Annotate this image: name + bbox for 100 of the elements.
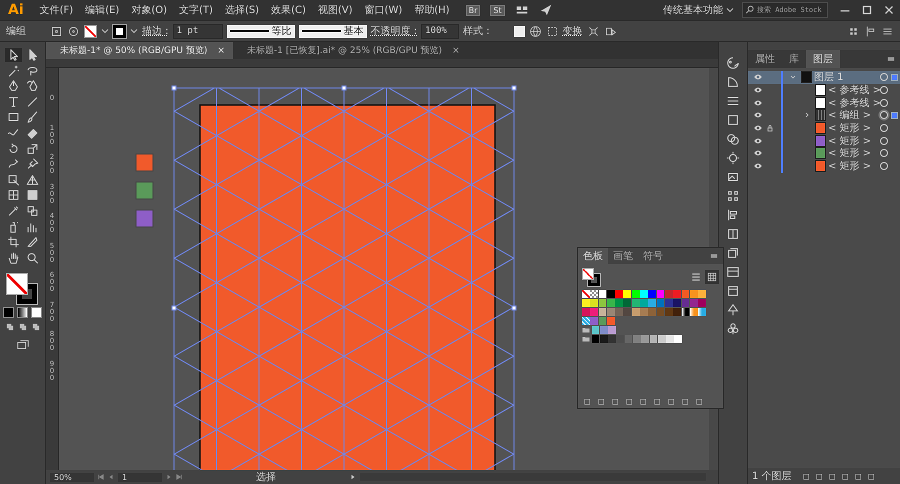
color-swatch[interactable]	[582, 299, 590, 307]
gradient-square-icon[interactable]	[726, 113, 740, 127]
eye-icon[interactable]	[753, 136, 763, 146]
gradient-swatch[interactable]	[690, 308, 698, 316]
color-swatch[interactable]	[698, 299, 706, 307]
color-swatch[interactable]	[658, 335, 666, 343]
club-icon[interactable]	[726, 322, 740, 336]
color-swatch[interactable]	[690, 299, 698, 307]
close-tab-button[interactable]: ×	[452, 46, 460, 56]
layer-row[interactable]: < 矩形 >	[748, 122, 900, 134]
color-swatch[interactable]	[666, 335, 674, 343]
color-swatch[interactable]	[648, 299, 656, 307]
color-swatch[interactable]	[674, 335, 682, 343]
color-swatch[interactable]	[623, 308, 632, 316]
pattern-swatch[interactable]	[582, 317, 590, 325]
selected-art-indicator[interactable]	[890, 112, 898, 119]
target-circle-icon[interactable]	[880, 86, 888, 94]
color-swatch[interactable]	[600, 335, 608, 343]
panel-tab[interactable]: 属性	[748, 50, 782, 68]
color-swatch[interactable]	[623, 290, 632, 298]
caret-icon[interactable]	[789, 73, 797, 82]
color-swatch[interactable]	[598, 290, 606, 298]
brush-dropdown[interactable]: 基本	[298, 24, 367, 38]
tree-icon[interactable]	[726, 303, 740, 317]
target-circle-icon[interactable]	[880, 162, 888, 170]
menu-item[interactable]: 帮助(H)	[408, 3, 456, 17]
perspective-grid-icon[interactable]	[24, 172, 40, 187]
palette-icon[interactable]	[726, 56, 740, 70]
document-tab[interactable]: 未标题-1* @ 50% (RGB/GPU 预览) ×	[46, 42, 233, 59]
target-circle-icon[interactable]	[880, 111, 888, 120]
menu-item[interactable]: 对象(O)	[125, 3, 174, 17]
target-circle-icon[interactable]	[880, 136, 888, 145]
app-button[interactable]: Br	[466, 4, 480, 16]
color-swatch[interactable]	[664, 308, 673, 316]
color-swatch[interactable]	[640, 290, 648, 298]
color-mode-button[interactable]	[3, 306, 14, 318]
color-swatch[interactable]	[673, 308, 682, 316]
lines-icon[interactable]	[726, 94, 740, 108]
color-swatch[interactable]	[606, 317, 615, 325]
draw-mode-icon[interactable]	[4, 322, 14, 332]
draw-mode-icon[interactable]	[30, 322, 40, 332]
menu-item[interactable]: 文字(T)	[173, 3, 219, 17]
eye-icon[interactable]	[753, 98, 763, 108]
none-swatch[interactable]	[582, 290, 590, 298]
gradient-swatch[interactable]	[698, 308, 706, 316]
color-swatch[interactable]	[592, 326, 600, 334]
stroke-profile-dropdown[interactable]: 等比	[226, 24, 295, 38]
registration-swatch[interactable]	[590, 290, 598, 298]
eye-icon[interactable]	[753, 161, 763, 172]
color-swatch[interactable]	[664, 299, 673, 307]
menu-item[interactable]: 效果(C)	[265, 3, 312, 17]
next-page-icon[interactable]	[166, 474, 172, 480]
menu-item[interactable]: 视图(V)	[312, 3, 359, 17]
eye-icon[interactable]	[753, 110, 763, 120]
target-circle-icon[interactable]	[880, 98, 888, 107]
color-swatch[interactable]	[582, 308, 590, 316]
color-swatch[interactable]	[598, 317, 606, 325]
gradient-mode-button[interactable]	[17, 306, 28, 318]
crop-corners-icon[interactable]	[586, 24, 600, 38]
target-circle-icon[interactable]	[880, 124, 888, 132]
grid-icon[interactable]	[726, 189, 740, 203]
color-swatch[interactable]	[606, 290, 615, 298]
eye-icon[interactable]	[753, 148, 763, 158]
caret-icon[interactable]	[803, 111, 811, 120]
color-swatch[interactable]	[616, 335, 624, 343]
first-page-icon[interactable]	[98, 474, 104, 480]
color-swatch[interactable]	[690, 290, 698, 298]
color-swatch[interactable]	[640, 308, 648, 316]
stacked-squares-icon[interactable]	[726, 246, 740, 260]
app-button[interactable]: St	[490, 4, 505, 16]
menu-item[interactable]: 文件(F)	[34, 3, 80, 17]
color-swatch[interactable]	[673, 290, 682, 298]
caret-icon[interactable]	[101, 27, 109, 35]
panel-tab[interactable]: 图层	[806, 50, 840, 68]
color-swatch[interactable]	[656, 308, 664, 316]
color-swatch[interactable]	[648, 308, 656, 316]
layer-row[interactable]: < 矩形 >	[748, 134, 900, 148]
layer-row[interactable]: < 参考线 >	[748, 84, 900, 96]
caret-icon[interactable]	[726, 6, 734, 14]
panel-icon[interactable]	[726, 284, 740, 298]
eye-icon[interactable]	[753, 85, 763, 96]
color-swatch[interactable]	[598, 299, 606, 307]
color-swatch[interactable]	[590, 299, 598, 307]
bounding-box-icon[interactable]	[50, 24, 63, 38]
menu-item[interactable]: 选择(S)	[218, 3, 266, 17]
lock-icon[interactable]	[766, 124, 774, 132]
none-mode-button[interactable]	[31, 306, 42, 318]
graphic-style-swatch[interactable]	[514, 26, 525, 36]
align-icon[interactable]	[726, 208, 740, 222]
color-swatch[interactable]	[624, 335, 632, 343]
panel-tab[interactable]: 色板	[578, 248, 608, 264]
target-circle-icon[interactable]	[880, 73, 888, 82]
stroke-label[interactable]: 描边 :	[142, 24, 169, 38]
color-swatch[interactable]	[598, 308, 606, 316]
fill-swatch[interactable]	[582, 268, 594, 280]
zoom-dropdown[interactable]: 50%	[50, 472, 94, 482]
color-swatch[interactable]	[590, 317, 598, 325]
panel-menu-icon[interactable]	[886, 54, 896, 64]
eye-icon[interactable]	[753, 72, 763, 82]
image-icon[interactable]	[726, 170, 740, 184]
